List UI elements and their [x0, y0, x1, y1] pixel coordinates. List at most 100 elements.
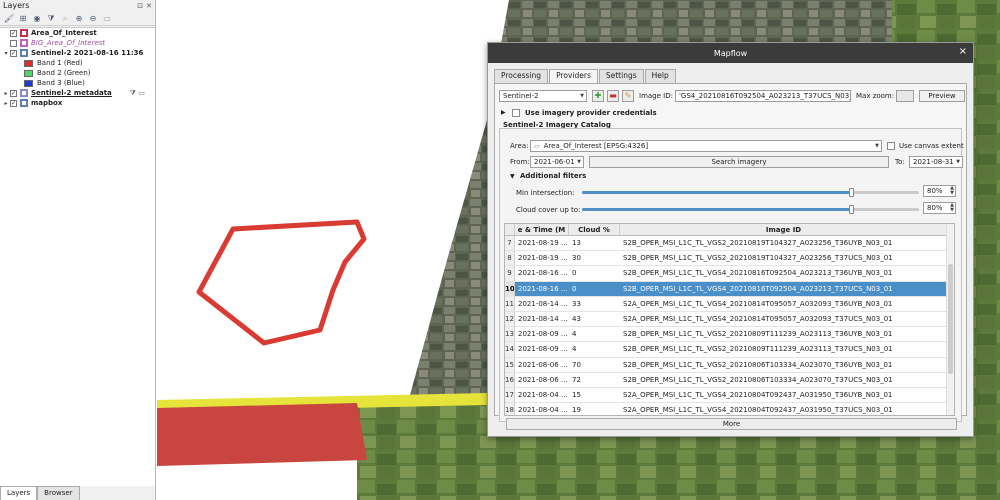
- cell-cloud: 33: [572, 299, 581, 308]
- table-row[interactable]: 12 2021-08-14 ... 43 S2A_OPER_MSI_L1C_TL_VG…: [505, 311, 954, 328]
- column-header-cloud[interactable]: Cloud %: [569, 224, 620, 235]
- table-row[interactable]: 10 2021-08-16 ... 0 S2B_OPER_MSI_L1C_TL_VGS…: [505, 281, 954, 297]
- expand-arrow-icon[interactable]: ▸: [2, 90, 10, 97]
- table-row[interactable]: 8 2021-08-19 ... 30 S2B_OPER_MSI_L1C_TL_VGS…: [505, 251, 954, 267]
- layer-item[interactable]: ▾ ✓ Sentinel-2 2021-08-16 11:36: [0, 48, 155, 58]
- cloud-cover-slider-handle[interactable]: [848, 205, 854, 214]
- table-row[interactable]: 18 2021-08-04 ... 19 S2A_OPER_MSI_L1C_TL_VG…: [505, 403, 954, 415]
- tab-settings[interactable]: Settings: [598, 69, 644, 83]
- layer-item[interactable]: ▸ ✓ Sentinel-2 metadata ⧩ ▭: [0, 88, 155, 98]
- table-row[interactable]: 14 2021-08-09 ... 4 S2B_OPER_MSI_L1C_TL_VGS…: [505, 342, 954, 358]
- from-label: From:: [510, 158, 530, 166]
- min-intersection-spinbox[interactable]: 80% ▲ ▼: [923, 185, 956, 197]
- layer-visibility-checkbox[interactable]: ✓: [10, 99, 17, 107]
- layer-item[interactable]: ▸ ✓ mapbox: [0, 98, 155, 108]
- max-zoom-spinbox[interactable]: [896, 90, 914, 102]
- collapse-all-icon[interactable]: ⊖: [87, 13, 99, 24]
- tab-help[interactable]: Help: [644, 69, 676, 83]
- provider-select-value: Sentinel-2: [503, 92, 539, 100]
- row-number: 17: [505, 387, 515, 403]
- layer-visibility-checkbox[interactable]: [10, 39, 17, 47]
- collapse-arrow-icon[interactable]: ▾: [2, 50, 10, 57]
- cell-cloud: 72: [572, 375, 581, 384]
- from-date-input[interactable]: 2021-06-01 ▼: [530, 156, 584, 168]
- row-number: 9: [505, 266, 515, 281]
- mapflow-titlebar[interactable]: Mapflow ×: [488, 43, 973, 63]
- filters-collapse-arrow-icon[interactable]: ▼: [510, 173, 515, 180]
- results-table[interactable]: e & Time (M Cloud % Image ID 7 2021-08-19…: [504, 223, 955, 416]
- cell-datetime: 2021-08-04 ...: [518, 406, 568, 415]
- credentials-label: Use imagery provider credentials: [525, 109, 657, 117]
- cell-cloud: 13: [572, 239, 581, 247]
- canvas-extent-checkbox[interactable]: [887, 142, 895, 150]
- expand-arrow-icon[interactable]: ▸: [2, 100, 10, 107]
- layer-item[interactable]: ✓ Area_Of_Interest: [0, 28, 155, 38]
- visibility-icon[interactable]: ◉: [31, 13, 43, 24]
- close-icon[interactable]: ×: [959, 46, 967, 57]
- layer-label: Sentinel-2 metadata: [31, 89, 112, 97]
- scrollbar-thumb[interactable]: [948, 264, 953, 374]
- layer-item[interactable]: Band 3 (Blue): [0, 78, 155, 88]
- table-row[interactable]: 13 2021-08-09 ... 4 S2B_OPER_MSI_L1C_TL_VGS…: [505, 327, 954, 343]
- provider-select[interactable]: Sentinel-2 ▼: [499, 90, 587, 102]
- search-imagery-button[interactable]: Search imagery: [589, 156, 889, 168]
- cloud-cover-spinbox[interactable]: 80% ▲ ▼: [923, 202, 956, 214]
- cell-image-id: S2B_OPER_MSI_L1C_TL_VGS2_20210809T111239…: [623, 330, 893, 339]
- cell-cloud: 4: [572, 345, 577, 354]
- table-row[interactable]: 15 2021-08-06 ... 70 S2B_OPER_MSI_L1C_TL_VG…: [505, 357, 954, 373]
- filter-legend-icon[interactable]: ⌕: [59, 13, 71, 24]
- tab-providers[interactable]: Providers: [549, 69, 598, 84]
- preview-button[interactable]: Preview: [919, 90, 965, 102]
- credentials-expand-arrow-icon[interactable]: ▶: [501, 109, 506, 116]
- add-provider-button[interactable]: ✚: [592, 90, 604, 102]
- table-header: e & Time (M Cloud % Image ID: [505, 224, 954, 236]
- cell-image-id: S2B_OPER_MSI_L1C_TL_VGS2_20210819T104327…: [623, 254, 893, 263]
- column-header-datetime[interactable]: e & Time (M: [515, 224, 569, 235]
- min-intersection-slider-handle[interactable]: [848, 188, 854, 197]
- column-header-image-id[interactable]: Image ID: [620, 224, 948, 235]
- table-body: 7 2021-08-19 ... 13 S2B_OPER_MSI_L1C_TL_VGS…: [505, 236, 954, 415]
- table-row[interactable]: 16 2021-08-06 ... 72 S2B_OPER_MSI_L1C_TL_VG…: [505, 372, 954, 388]
- cell-image-id: S2A_OPER_MSI_L1C_TL_VGS4_20210804T092437…: [623, 390, 893, 399]
- layer-item[interactable]: Band 1 (Red): [0, 58, 155, 68]
- float-panel-button[interactable]: ⊡: [137, 0, 143, 12]
- close-panel-button[interactable]: ✕: [146, 0, 152, 12]
- remove-provider-button[interactable]: ▬: [607, 90, 619, 102]
- row-number: 7: [505, 236, 515, 251]
- layer-label: Band 1 (Red): [37, 59, 83, 67]
- min-intersection-slider[interactable]: [582, 188, 919, 197]
- table-scrollbar[interactable]: [946, 224, 954, 415]
- layer-visibility-checkbox[interactable]: ✓: [10, 29, 17, 37]
- add-group-icon[interactable]: ⊞: [17, 13, 29, 24]
- table-row[interactable]: 17 2021-08-04 ... 15 S2A_OPER_MSI_L1C_TL_VG…: [505, 387, 954, 404]
- layer-visibility-checkbox[interactable]: ✓: [10, 89, 17, 97]
- style-manager-icon[interactable]: 🖌: [3, 13, 15, 24]
- tab-processing[interactable]: Processing: [494, 69, 549, 83]
- filter-icon[interactable]: ⧩: [45, 13, 57, 24]
- table-row[interactable]: 7 2021-08-19 ... 13 S2B_OPER_MSI_L1C_TL_VGS…: [505, 236, 954, 252]
- polygon-layer-icon: ▱: [534, 142, 540, 150]
- filters-label[interactable]: Additional filters: [520, 172, 586, 180]
- tab-layers[interactable]: Layers: [0, 486, 38, 500]
- layer-visibility-checkbox[interactable]: ✓: [10, 49, 17, 57]
- table-row[interactable]: 9 2021-08-16 ... 0 S2B_OPER_MSI_L1C_TL_VGS4…: [505, 266, 954, 282]
- tab-browser[interactable]: Browser: [37, 486, 80, 500]
- expand-all-icon[interactable]: ⊕: [73, 13, 85, 24]
- cell-datetime: 2021-08-06 ...: [518, 360, 568, 369]
- credentials-checkbox[interactable]: [512, 109, 520, 117]
- table-row[interactable]: 11 2021-08-14 ... 33 S2A_OPER_MSI_L1C_TL_VG…: [505, 296, 954, 312]
- layer-item[interactable]: Band 2 (Green): [0, 68, 155, 78]
- filter-icon[interactable]: ⧩ ▭: [130, 89, 145, 98]
- cell-image-id: S2B_OPER_MSI_L1C_TL_VGS4_20210816T092504…: [623, 284, 893, 293]
- cell-image-id: S2A_OPER_MSI_L1C_TL_VGS4_20210814T095057…: [623, 314, 893, 323]
- more-button[interactable]: More: [506, 418, 957, 430]
- layer-item[interactable]: BIG_Area_Of_Interest: [0, 38, 155, 48]
- chevron-down-icon: ▼: [580, 93, 584, 99]
- cloud-cover-slider[interactable]: [582, 205, 919, 214]
- to-date-input[interactable]: 2021-08-31 ▼: [909, 156, 963, 168]
- edit-provider-button[interactable]: ✎: [622, 90, 634, 102]
- layer-label: Sentinel-2 2021-08-16 11:36: [31, 49, 144, 57]
- image-id-input[interactable]: 'GS4_20210816T092504_A023213_T37UCS_N03_…: [675, 90, 851, 102]
- area-select[interactable]: ▱ Area_Of_Interest [EPSG:4326] ▼: [530, 140, 882, 152]
- remove-layer-icon[interactable]: ▭: [101, 13, 113, 24]
